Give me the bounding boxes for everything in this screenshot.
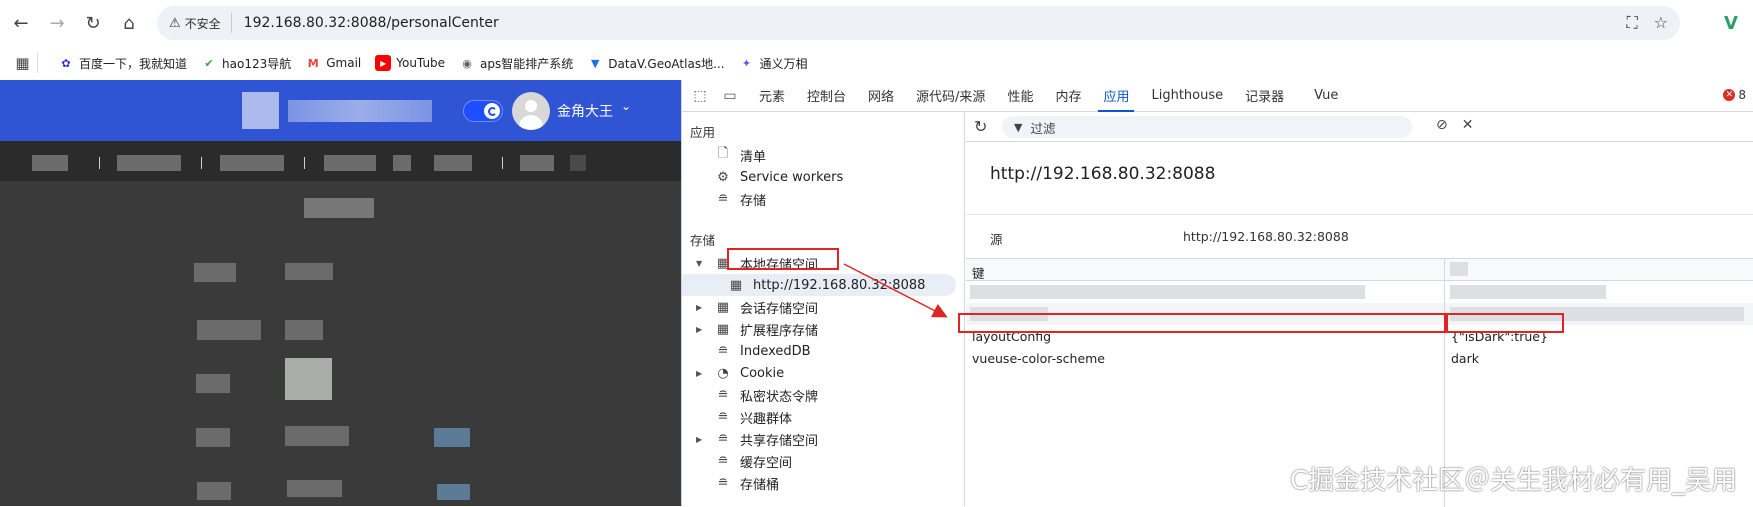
watermark: C掘金技术社区＠关生我材必有用_吴用 [1290,466,1738,496]
annotation-arrow [843,263,948,318]
